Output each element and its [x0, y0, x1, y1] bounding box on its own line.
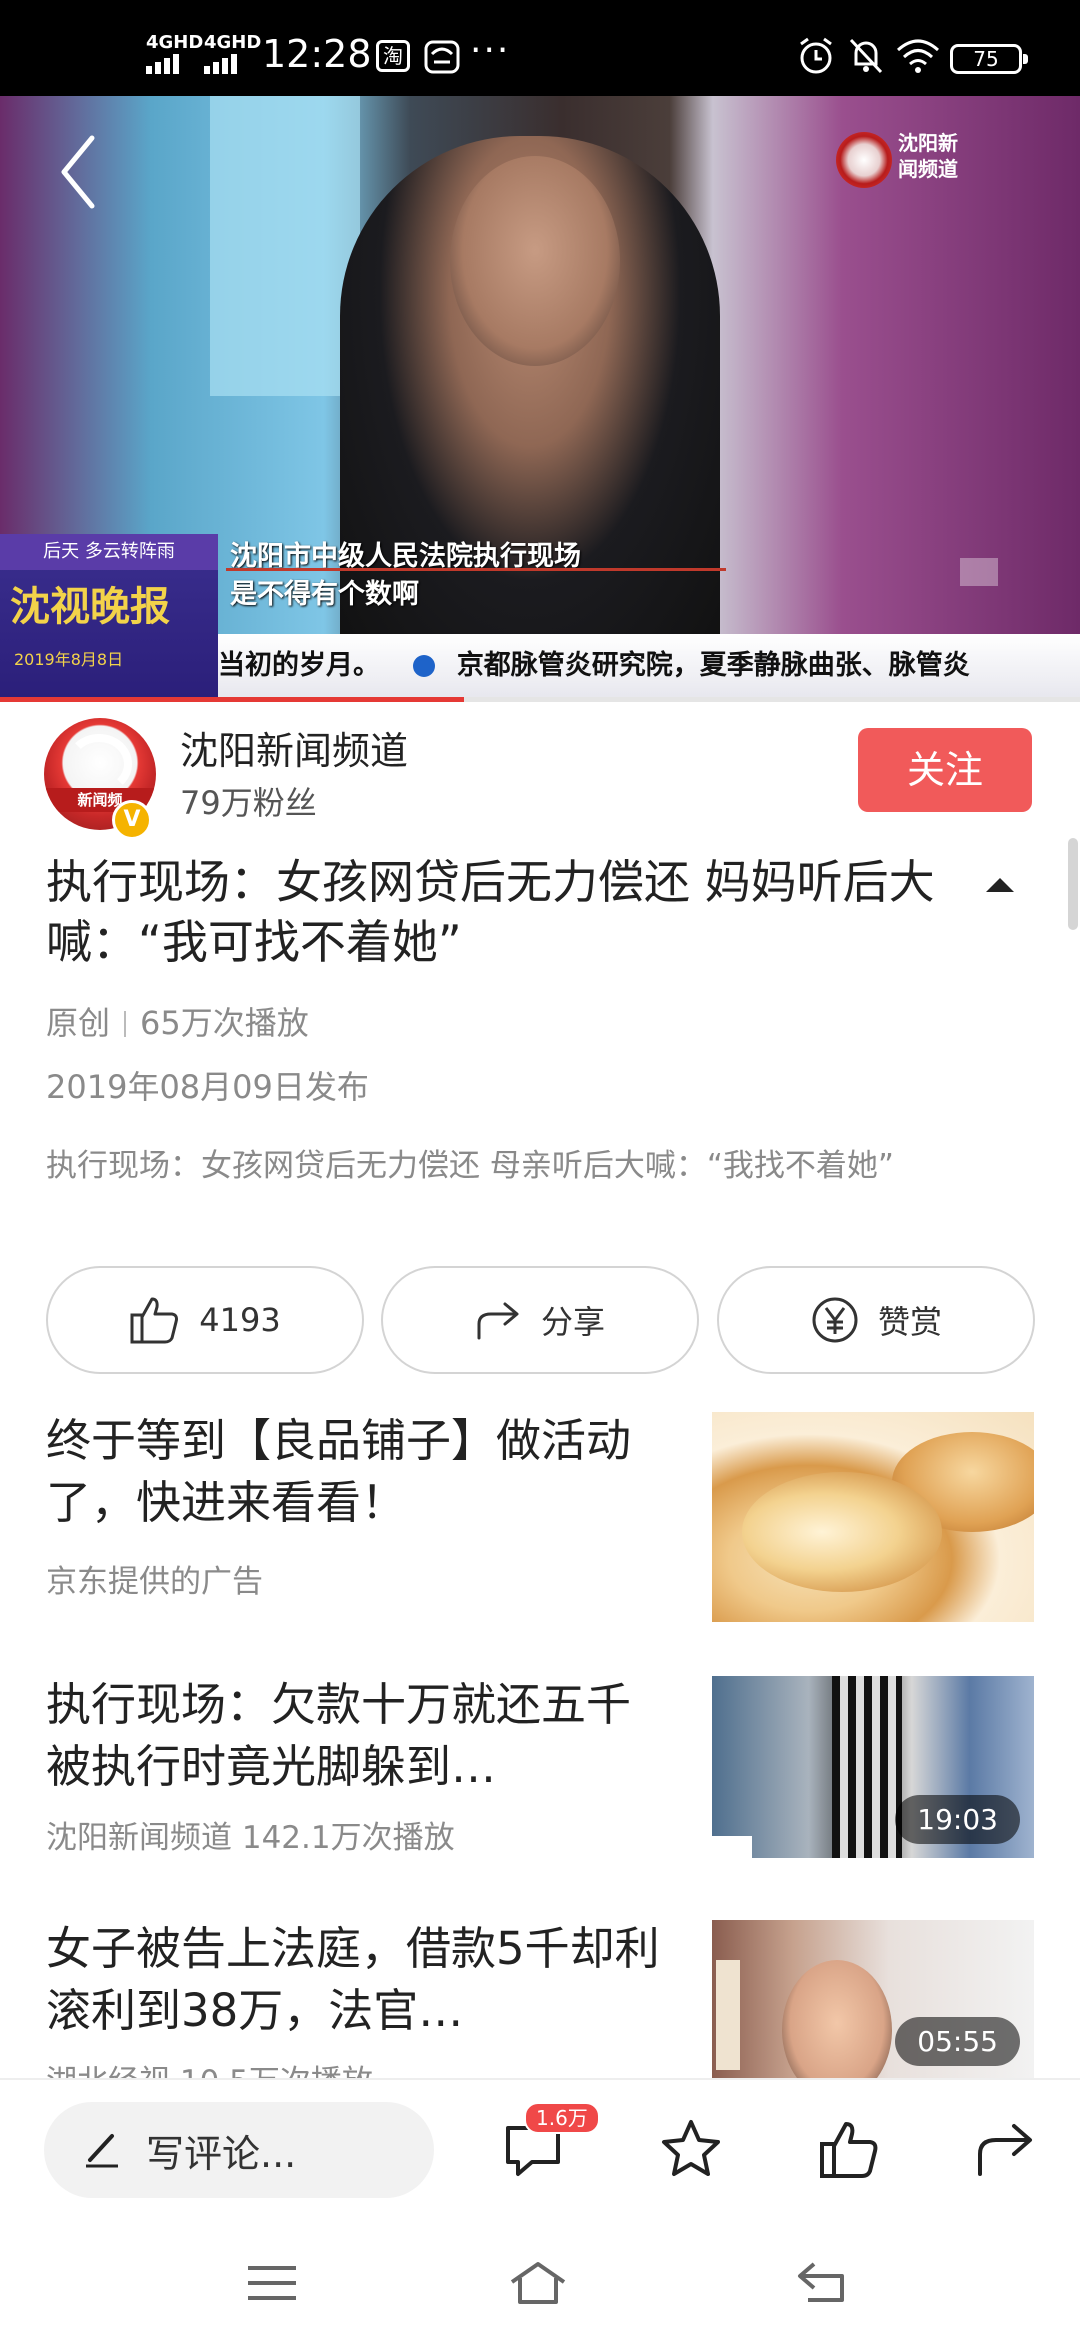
taobao-notification-icon: 淘: [376, 40, 410, 72]
reward-label: 赞赏: [877, 1303, 942, 1341]
back-icon[interactable]: [56, 132, 100, 212]
thumbnail-tag: [712, 1836, 752, 1858]
scrollbar[interactable]: [1068, 838, 1078, 930]
video-meta: 原创 65万次播放: [46, 998, 309, 1044]
feed-title: 女子被告上法庭，借款5千却利滚利到38万，法官…: [46, 1922, 660, 2037]
comment-placeholder: 写评论...: [146, 2131, 297, 2176]
verified-badge: V: [112, 800, 152, 840]
avatar-logo-mark: [66, 734, 132, 794]
thumb-up-icon: [130, 1297, 179, 1344]
video-progress-bar[interactable]: [0, 697, 1080, 702]
mute-icon: [849, 38, 883, 74]
wifi-icon: [896, 39, 940, 73]
video-progress-fill: [0, 697, 465, 702]
meta-divider: [124, 1011, 127, 1037]
system-nav-bar: [0, 2222, 1080, 2340]
pencil-icon: [86, 2134, 118, 2168]
caption-divider: [226, 568, 726, 571]
more-notifications-icon: ···: [470, 30, 511, 71]
list-item[interactable]: 女子被告上法庭，借款5千却利滚利到38万，法官… 湖北经视 10.5万次播放 0…: [0, 1920, 1080, 2078]
original-tag: 原创: [46, 1004, 111, 1042]
menu-icon[interactable]: [242, 2258, 302, 2308]
comment-count-badge: 1.6万: [524, 2102, 600, 2134]
video-description: 执行现场：女孩网贷后无力偿还 母亲听后大喊：“我找不着她”: [46, 1148, 894, 1184]
play-count: 65万次播放: [140, 1004, 309, 1042]
program-logo: 沈视晚报: [10, 583, 170, 630]
share-icon: [477, 1302, 519, 1340]
star-icon[interactable]: [658, 2116, 724, 2182]
watermark-logo: [836, 132, 892, 188]
caption-decoration: [960, 558, 998, 586]
battery-indicator: 75: [950, 44, 1028, 74]
channel-watermark: 沈阳新 闻频道: [836, 124, 986, 194]
share-label: 分享: [540, 1303, 605, 1341]
list-item[interactable]: 执行现场：欠款十万就还五千 被执行时竟光脚躲到… 沈阳新闻频道 142.1万次播…: [0, 1676, 1080, 1860]
channel-name[interactable]: 沈阳新闻频道: [180, 720, 408, 775]
signal-2-label: 4GHD: [204, 32, 262, 53]
program-date: 2019年8月8日: [14, 650, 124, 669]
signal-bars-icon: [146, 54, 179, 74]
caption-subtitle: 是不得有个数啊: [230, 579, 419, 610]
watermark-line-1: 沈阳新: [898, 131, 958, 155]
feed-meta: 沈阳新闻频道 142.1万次播放: [46, 1820, 455, 1856]
share-icon[interactable]: [972, 2116, 1038, 2182]
home-icon[interactable]: [508, 2258, 568, 2308]
publish-date: 2019年08月09日发布: [46, 1068, 369, 1106]
status-bar: 4GHD 4GHD 12:28 淘 ··· 75: [0, 0, 1080, 96]
comment-input[interactable]: 写评论...: [44, 2102, 434, 2198]
feed-meta: 湖北经视 10.5万次播放: [46, 2056, 373, 2078]
thumbnail-side-label: [716, 1960, 740, 2070]
video-duration: 19:03: [895, 1795, 1020, 1844]
clock: 12:28: [262, 32, 372, 76]
comment-bar: 写评论... 1.6万: [0, 2078, 1080, 2222]
thumb-up-icon[interactable]: [816, 2116, 882, 2182]
channel-fans: 79万粉丝: [180, 784, 317, 822]
weather-strip: 后天 多云转阵雨: [0, 534, 218, 570]
signal-bars-icon: [204, 54, 237, 74]
news-lower-third: 后天 多云转阵雨 沈视晚报 2019年8月8日 沈阳市中级人民法院执行现场 是不…: [0, 534, 1080, 698]
video-frame-person-head: [450, 156, 620, 366]
signal-1-label: 4GHD: [146, 32, 204, 53]
ad-label: 京东提供的广告: [46, 1564, 263, 1600]
collapse-arrow-icon[interactable]: [980, 872, 1020, 896]
watermark-text: 沈阳新 闻频道: [898, 130, 958, 182]
news-ticker: 当初的岁月。 京都脉管炎研究院，夏季静脉曲张、脉管炎: [218, 634, 1080, 698]
feed-title: 终于等到【良品铺子】做活动了，快进来看看！: [46, 1414, 632, 1529]
video-duration: 05:55: [895, 2017, 1020, 2066]
ticker-text-1: 当初的岁月。: [218, 650, 380, 681]
watermark-line-2: 闻频道: [898, 157, 958, 181]
app-notification-icon: [424, 40, 460, 74]
follow-button[interactable]: 关注: [858, 728, 1032, 812]
feed-thumbnail: 05:55: [712, 1920, 1034, 2078]
thumbnail-face: [782, 1960, 892, 2078]
yuan-icon: [812, 1297, 858, 1343]
video-player[interactable]: 沈阳新 闻频道 后天 多云转阵雨 沈视晚报 2019年8月8日 沈阳市中级人民法…: [0, 96, 1080, 700]
video-title: 执行现场：女孩网贷后无力偿还 妈妈听后大喊：“我可找不着她”: [46, 855, 935, 969]
thumbnail-figure: [832, 1676, 902, 1858]
like-button[interactable]: 4193: [46, 1266, 364, 1374]
feed-thumbnail: [712, 1412, 1034, 1622]
return-icon[interactable]: [794, 2258, 854, 2308]
thumbnail-bread: [742, 1472, 942, 1592]
signal-indicator-1: 4GHD: [146, 34, 203, 52]
share-button[interactable]: 分享: [381, 1266, 699, 1374]
video-frame-background: [210, 96, 360, 396]
ticker-text-2: 京都脉管炎研究院，夏季静脉曲张、脉管炎: [456, 650, 970, 681]
program-badge: 后天 多云转阵雨 沈视晚报 2019年8月8日: [0, 534, 218, 698]
list-item[interactable]: 终于等到【良品铺子】做活动了，快进来看看！ 京东提供的广告: [0, 1412, 1080, 1622]
feed-title: 执行现场：欠款十万就还五千 被执行时竟光脚躲到…: [46, 1678, 632, 1793]
reward-button[interactable]: 赞赏: [717, 1266, 1035, 1374]
signal-indicator-2: 4GHD: [204, 34, 261, 52]
ticker-bullet-icon: [413, 655, 436, 677]
alarm-icon: [800, 37, 832, 74]
feed-thumbnail: 19:03: [712, 1676, 1034, 1858]
like-count: 4193: [199, 1301, 281, 1339]
